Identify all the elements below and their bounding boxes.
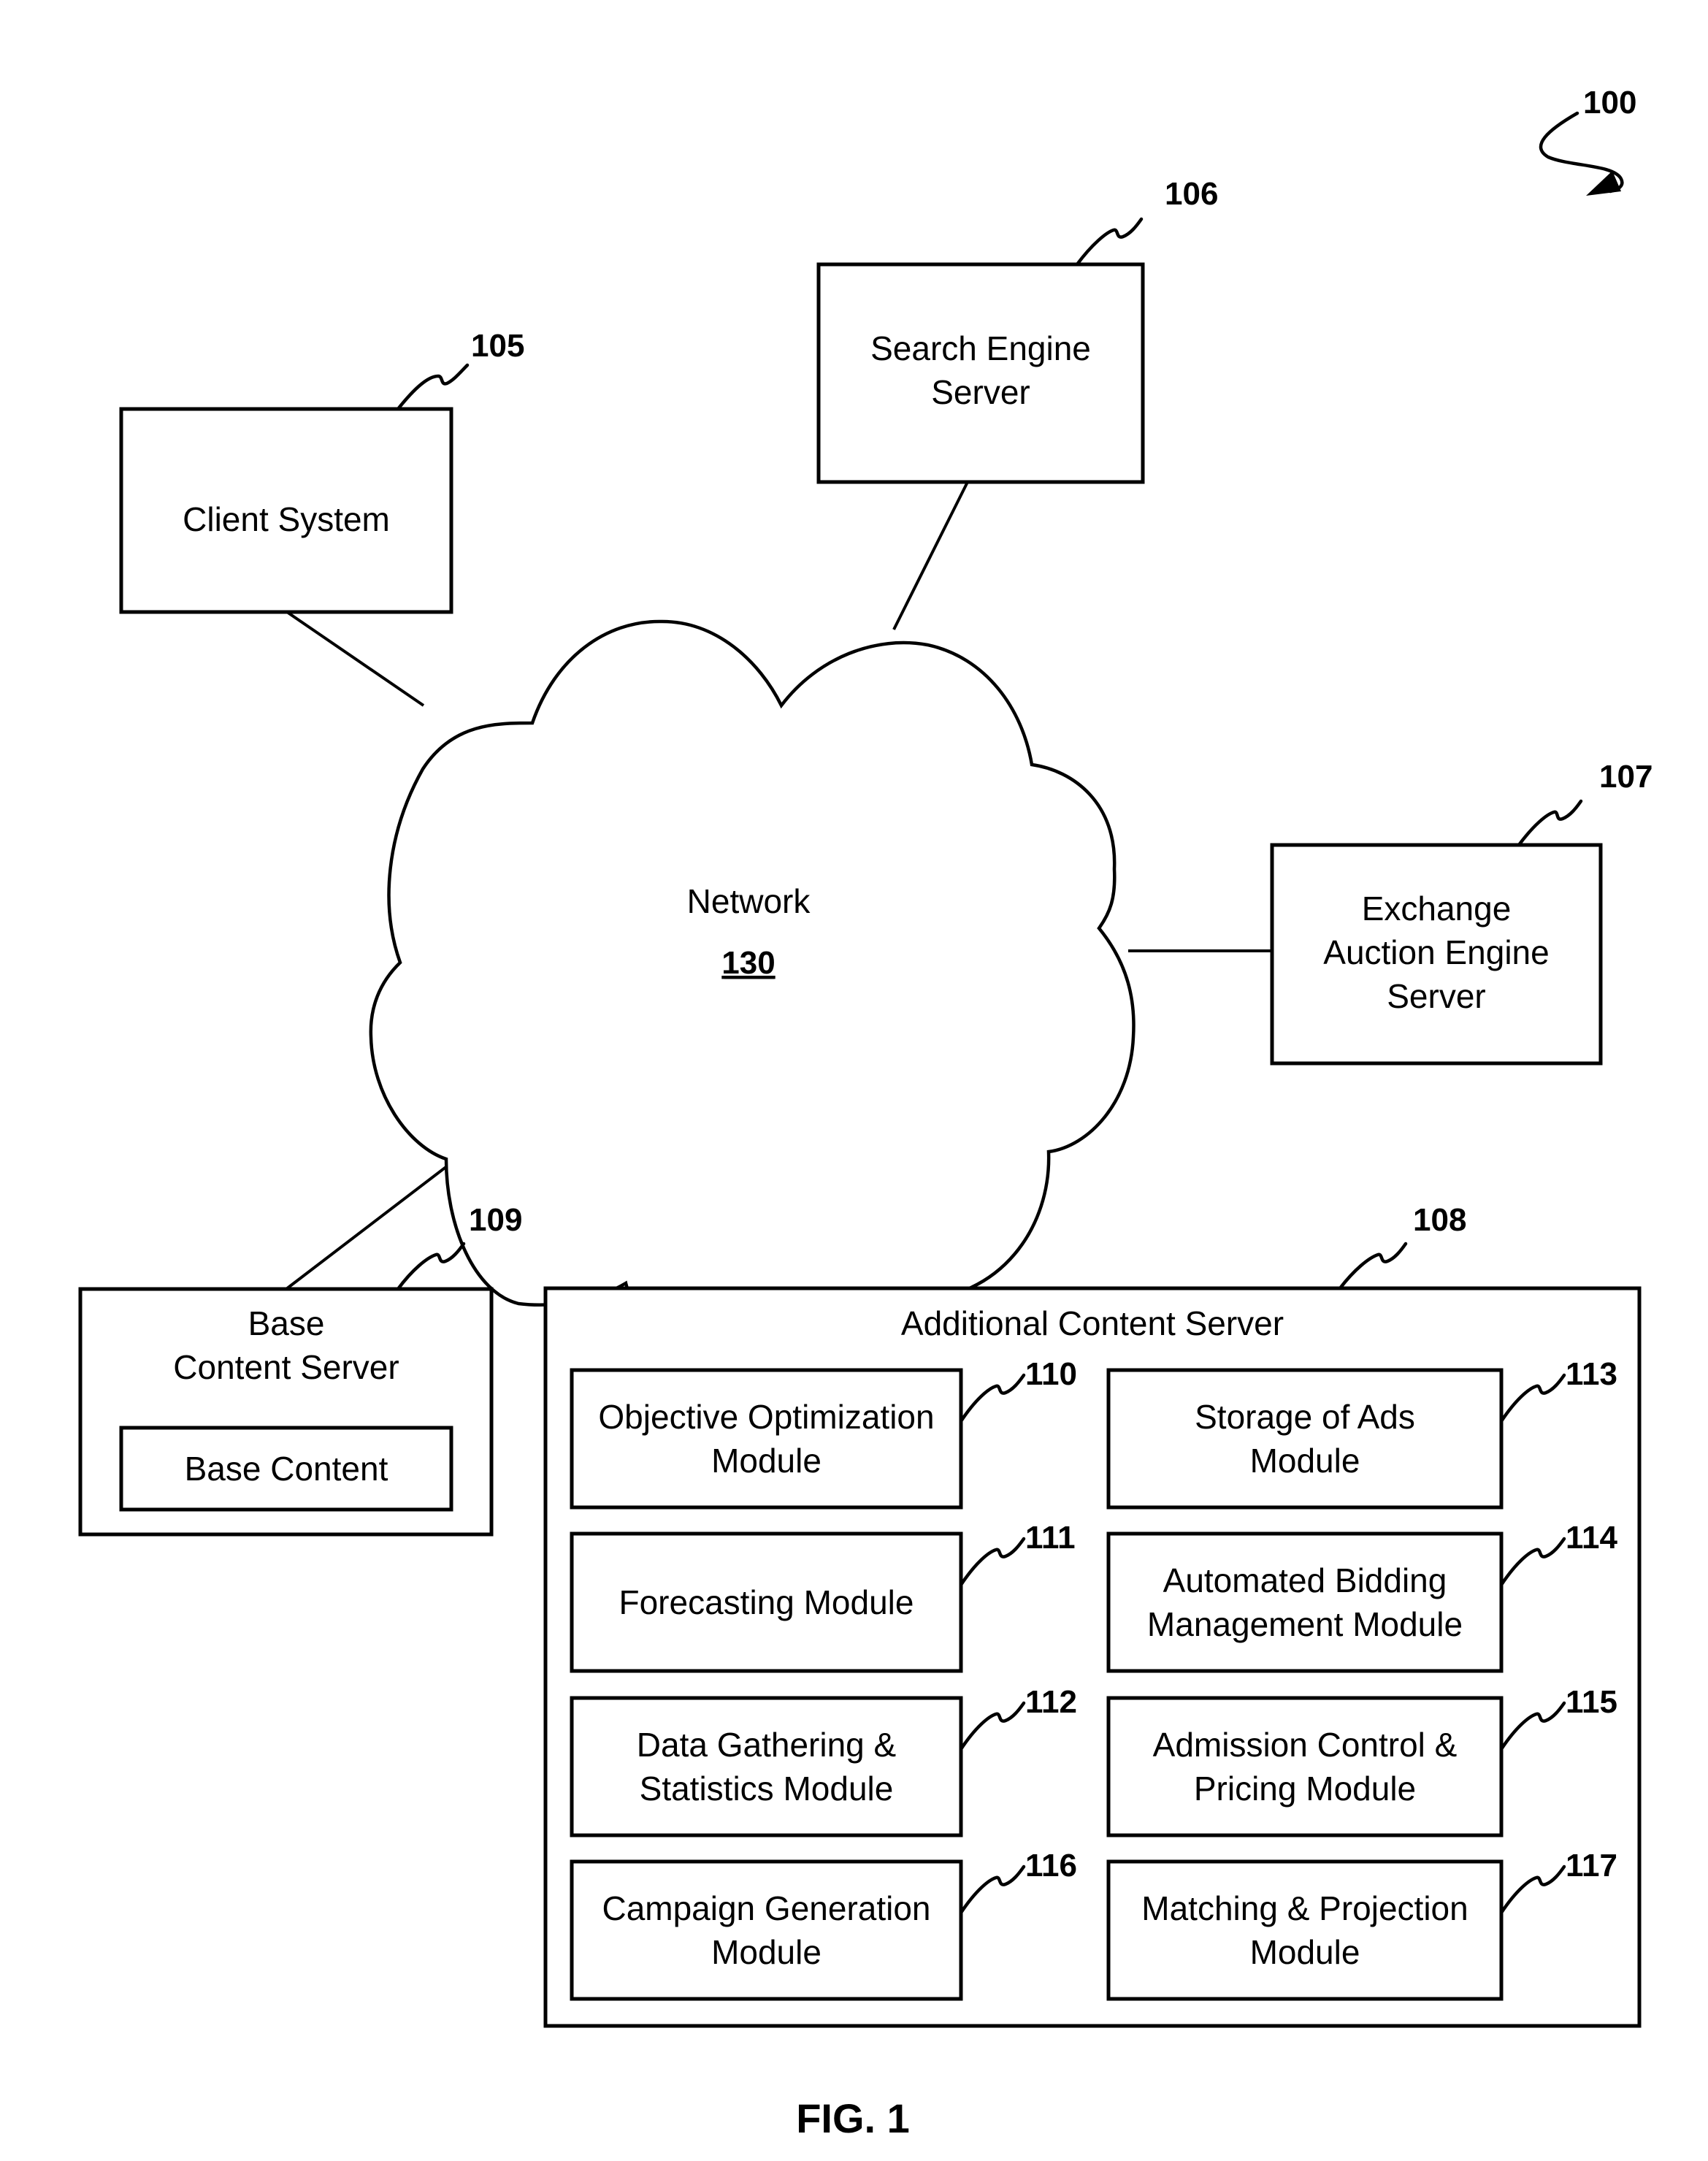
module-ref: 113: [1566, 1356, 1617, 1392]
module-box: [570, 1859, 963, 2001]
base-content-server-node[interactable]: Base Content Server Base Content 109: [78, 1202, 522, 1537]
base-content-label: Base Content: [185, 1450, 388, 1488]
exchange-auction-engine-server-node[interactable]: Exchange Auction Engine Server 107: [1270, 759, 1653, 1066]
module-label-line: Data Gathering &: [637, 1726, 896, 1764]
base-content-server-ref: 109: [469, 1202, 522, 1238]
module-ref: 115: [1566, 1684, 1617, 1720]
search-engine-server-ref-leader: [1075, 217, 1144, 267]
network-label: Network: [687, 882, 811, 920]
module-box: [1106, 1696, 1504, 1837]
search-engine-server-node[interactable]: Search Engine Server 106: [816, 176, 1218, 484]
module-label-line: Admission Control &: [1153, 1726, 1458, 1764]
additional-content-server-ref: 108: [1413, 1202, 1466, 1238]
exchange-server-label-line2: Auction Engine: [1323, 933, 1549, 971]
module-label-line: Management Module: [1147, 1605, 1463, 1643]
module-box: [570, 1696, 963, 1837]
additional-content-server-label: Additional Content Server: [901, 1304, 1284, 1342]
base-content-server-label-line1: Base: [248, 1304, 325, 1342]
base-content-server-ref-leader: [396, 1242, 466, 1291]
module-label-line: Module: [711, 1442, 822, 1480]
module-ref: 112: [1025, 1684, 1077, 1720]
module-label-line: Storage of Ads: [1195, 1398, 1415, 1436]
figure-caption: FIG. 1: [796, 2095, 910, 2141]
network-cloud[interactable]: Network 130: [369, 619, 1136, 1366]
module-box: [1106, 1368, 1504, 1510]
link-search-network: [892, 481, 969, 630]
module-label-line: Statistics Module: [640, 1770, 894, 1808]
module-label-line: Campaign Generation: [602, 1889, 930, 1927]
additional-content-server-node[interactable]: Additional Content Server 108 Objective …: [543, 1202, 1642, 2028]
cloud-shape: [369, 619, 1136, 1366]
base-content-server-label-line2: Content Server: [173, 1348, 399, 1386]
network-ref: 130: [721, 945, 775, 981]
module-ref: 117: [1566, 1848, 1617, 1883]
module-box: [1106, 1859, 1504, 2001]
figure-ref-number: 100: [1583, 85, 1636, 121]
module-ref: 114: [1566, 1520, 1618, 1556]
search-engine-server-label-line1: Search Engine: [870, 329, 1091, 367]
additional-content-server-ref-leader: [1338, 1242, 1408, 1290]
module-label-line: Forecasting Module: [619, 1583, 914, 1621]
module-box: [1106, 1531, 1504, 1673]
module-box: [570, 1368, 963, 1510]
module-label-line: Objective Optimization: [598, 1398, 934, 1436]
module-ref: 111: [1025, 1520, 1076, 1556]
search-engine-server-ref: 106: [1165, 176, 1218, 212]
client-system-ref: 105: [471, 328, 524, 364]
module-label-line: Automated Bidding: [1163, 1561, 1447, 1599]
exchange-server-ref: 107: [1599, 759, 1653, 795]
module-label-line: Module: [1250, 1442, 1360, 1480]
figure-reference: 100: [1539, 85, 1636, 196]
module-label-line: Module: [711, 1933, 822, 1971]
client-system-ref-leader: [396, 363, 470, 411]
system-diagram: 100 Network 130 Client System 105 Search…: [78, 85, 1653, 2141]
exchange-server-ref-leader: [1517, 799, 1583, 847]
module-label-line: Module: [1250, 1933, 1360, 1971]
module-ref: 116: [1025, 1848, 1077, 1883]
module-label-line: Pricing Module: [1194, 1770, 1416, 1808]
module-label-line: Matching & Projection: [1141, 1889, 1468, 1927]
exchange-server-label-line1: Exchange: [1362, 890, 1512, 927]
client-system-label: Client System: [183, 500, 390, 538]
module-ref: 110: [1025, 1356, 1077, 1392]
search-engine-server-label-line2: Server: [931, 373, 1030, 411]
link-client-network: [286, 611, 425, 707]
client-system-node[interactable]: Client System 105: [119, 328, 524, 614]
exchange-server-label-line3: Server: [1387, 977, 1485, 1015]
